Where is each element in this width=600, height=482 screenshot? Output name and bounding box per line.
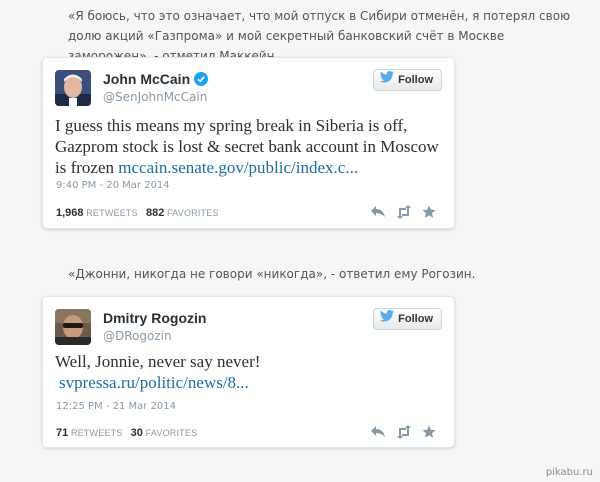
tweet-text: I guess this means my spring break in Si… xyxy=(55,115,442,178)
author-handle[interactable]: @DRogozin xyxy=(103,329,172,343)
retweet-count[interactable]: 71 xyxy=(56,427,68,439)
follow-label: Follow xyxy=(398,74,433,86)
retweet-count[interactable]: 1,968 xyxy=(56,207,84,219)
verified-badge-icon xyxy=(194,72,209,89)
tweet-body: Well, Jonnie, never say never! xyxy=(55,352,261,371)
twitter-bird-icon xyxy=(380,309,395,329)
tweet-link[interactable]: mccain.senate.gov/public/index.c... xyxy=(118,158,358,177)
quote-rogozin: «Джонни, никогда не говори «никогда», - … xyxy=(68,267,476,281)
favorites-label: FAVORITES xyxy=(167,208,219,218)
favorite-count[interactable]: 30 xyxy=(131,427,143,439)
author-name[interactable]: Dmitry Rogozin xyxy=(103,310,206,326)
avatar[interactable] xyxy=(55,309,91,345)
tweet-timestamp[interactable]: 12:25 PM - 21 Mar 2014 xyxy=(56,401,176,412)
twitter-bird-icon xyxy=(380,70,395,90)
watermark: pikabu.ru xyxy=(545,467,593,478)
tweet-stats: 1,968 RETWEETS 882 FAVORITES xyxy=(56,207,219,219)
reply-icon[interactable] xyxy=(370,425,386,439)
tweet-link[interactable]: svpressa.ru/politic/news/8... xyxy=(59,373,249,392)
retweets-label: RETWEETS xyxy=(70,428,123,438)
tweet-text: Well, Jonnie, never say never! svpressa.r… xyxy=(55,351,442,393)
avatar[interactable] xyxy=(55,70,91,106)
tweet-stats: 71 RETWEETS 30 FAVORITES xyxy=(56,427,197,439)
author-name[interactable]: John McCain xyxy=(103,71,209,89)
reply-icon[interactable] xyxy=(370,205,386,219)
retweet-icon[interactable] xyxy=(396,425,412,439)
favorite-star-icon[interactable] xyxy=(422,425,438,439)
favorites-label: FAVORITES xyxy=(145,428,198,438)
author-handle[interactable]: @SenJohnMcCain xyxy=(103,90,207,104)
follow-label: Follow xyxy=(398,313,433,325)
retweet-icon[interactable] xyxy=(396,205,412,219)
tweet-actions xyxy=(370,425,438,439)
tweet-card-rogozin: Dmitry Rogozin @DRogozin Follow Well, Jo… xyxy=(42,296,455,448)
favorite-count[interactable]: 882 xyxy=(146,207,164,219)
tweet-card-mccain: John McCain @SenJohnMcCain Follow I gues… xyxy=(42,57,455,229)
favorite-star-icon[interactable] xyxy=(422,205,438,219)
retweets-label: RETWEETS xyxy=(86,208,138,218)
tweet-actions xyxy=(370,205,438,219)
follow-button[interactable]: Follow xyxy=(373,69,442,91)
follow-button[interactable]: Follow xyxy=(373,308,442,330)
tweet-timestamp[interactable]: 9:40 PM - 20 Mar 2014 xyxy=(56,180,170,191)
